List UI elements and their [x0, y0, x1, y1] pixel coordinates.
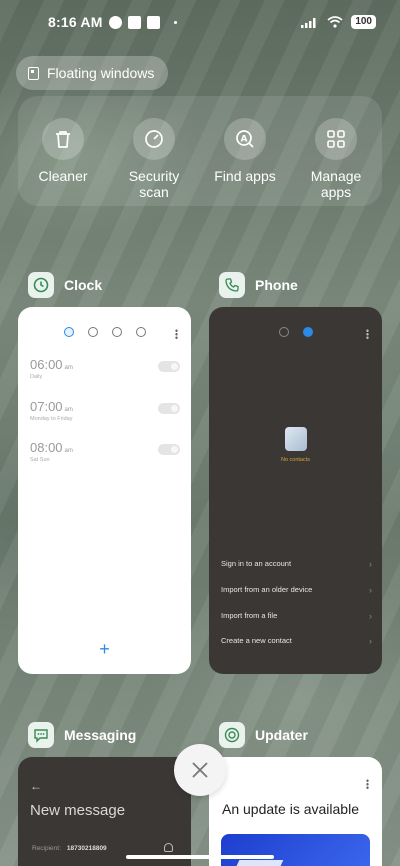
- stopwatch-tab-icon[interactable]: [111, 327, 122, 337]
- update-banner-image: [221, 834, 370, 866]
- quick-action-cleaner[interactable]: Cleaner: [20, 118, 106, 184]
- recipient-field[interactable]: Recipient: 18730218809: [32, 845, 107, 852]
- floating-windows-button[interactable]: Floating windows: [16, 56, 169, 90]
- alarm-item[interactable]: 08:00 am Sat Sun: [30, 440, 180, 463]
- phone-option[interactable]: Import from a file ›: [221, 611, 372, 621]
- app-name: Updater: [255, 727, 308, 743]
- chevron-right-icon: ›: [369, 559, 372, 569]
- clock-app-icon: [33, 277, 49, 293]
- battery-indicator: 100: [351, 15, 376, 29]
- upload-icon: [146, 15, 160, 29]
- chevron-right-icon: ›: [369, 636, 372, 646]
- alarm-ampm: am: [64, 407, 73, 413]
- alarm-ampm: am: [64, 365, 73, 371]
- alarm-ampm: am: [64, 448, 73, 454]
- status-time: 8:16 AM: [48, 14, 103, 30]
- signal-icon: [301, 18, 316, 28]
- alarm-repeat: Daily: [30, 374, 43, 380]
- app-name: Phone: [255, 277, 298, 293]
- alarm-repeat: Sat Sun: [30, 457, 50, 463]
- quick-action-label: Find apps: [214, 168, 276, 184]
- add-alarm-button[interactable]: +: [99, 639, 110, 660]
- floating-windows-icon: [28, 66, 39, 80]
- updater-app-card[interactable]: An update is available: [209, 757, 382, 866]
- security-scan-icon: [145, 130, 163, 148]
- more-options-icon[interactable]: [366, 779, 369, 789]
- messaging-app-card[interactable]: ← New message Recipient: 18730218809: [18, 757, 191, 866]
- app-name: Messaging: [64, 727, 137, 743]
- home-indicator[interactable]: [126, 855, 274, 859]
- new-message-title: New message: [30, 802, 126, 819]
- chevron-right-icon: ›: [369, 585, 372, 595]
- clock-app-card[interactable]: 06:00 am Daily 07:00 am Monday to Friday 0…: [18, 307, 191, 674]
- back-arrow-icon[interactable]: ←: [30, 779, 42, 793]
- quick-action-manage-apps[interactable]: Manage apps: [293, 118, 379, 200]
- status-bar: 8:16 AM 100: [0, 0, 400, 44]
- floating-windows-label: Floating windows: [47, 65, 155, 81]
- app-header-messaging[interactable]: Messaging: [28, 722, 136, 748]
- recents-tab-icon[interactable]: [278, 327, 289, 337]
- alarm-time: 07:00: [30, 399, 63, 414]
- trash-icon: [56, 131, 70, 148]
- more-notifications-dot: [173, 20, 177, 24]
- clock-tabs: [18, 327, 191, 337]
- alarm-repeat: Monday to Friday: [30, 416, 73, 422]
- quick-action-label: Cleaner: [38, 168, 88, 184]
- world-clock-tab-icon[interactable]: [87, 327, 98, 337]
- updater-app-icon: [224, 727, 240, 743]
- alarm-toggle[interactable]: [158, 361, 180, 372]
- timer-tab-icon[interactable]: [135, 327, 146, 337]
- quick-action-security-scan[interactable]: Security scan: [111, 118, 197, 200]
- alarm-time: 06:00: [30, 357, 63, 372]
- recipient-number: 18730218809: [66, 845, 107, 852]
- quick-action-find-apps[interactable]: A Find apps: [202, 118, 288, 184]
- app-header-updater[interactable]: Updater: [219, 722, 308, 748]
- wifi-icon: [327, 16, 343, 28]
- phone-app-card[interactable]: No contacts Sign in to an account › Impor…: [209, 307, 382, 674]
- chevron-right-icon: ›: [369, 611, 372, 621]
- contacts-tab-icon[interactable]: [302, 327, 313, 337]
- alarm-time: 08:00: [30, 440, 63, 455]
- contacts-icon: [285, 427, 307, 451]
- phone-tabs: [209, 327, 382, 337]
- find-apps-icon: A: [236, 130, 254, 148]
- notification-square-icon: [127, 15, 141, 29]
- close-all-button[interactable]: [174, 744, 226, 796]
- no-contacts-text: No contacts: [280, 457, 311, 463]
- grid-icon: [327, 130, 345, 148]
- contact-picker-icon[interactable]: [164, 843, 173, 852]
- quick-action-label: Manage apps: [310, 168, 362, 200]
- svg-text:A: A: [241, 135, 248, 145]
- app-name: Clock: [64, 277, 103, 293]
- phone-option[interactable]: Create a new contact ›: [221, 636, 372, 646]
- alarm-toggle[interactable]: [158, 403, 180, 414]
- quick-action-label: Security scan: [128, 168, 180, 200]
- more-options-icon[interactable]: [175, 329, 178, 339]
- alarm-item[interactable]: 06:00 am Daily: [30, 357, 180, 380]
- phone-option[interactable]: Import from an older device ›: [221, 585, 372, 595]
- alarm-toggle[interactable]: [158, 444, 180, 455]
- update-available-title: An update is available: [222, 801, 359, 817]
- notification-icon: [108, 15, 122, 29]
- alarm-tab-icon[interactable]: [63, 327, 74, 337]
- app-header-phone[interactable]: Phone: [219, 272, 298, 298]
- more-options-icon[interactable]: [366, 329, 369, 339]
- close-icon: [192, 762, 208, 778]
- phone-app-icon: [225, 278, 239, 292]
- app-header-clock[interactable]: Clock: [28, 272, 102, 298]
- messaging-app-icon: [34, 729, 48, 743]
- phone-option[interactable]: Sign in to an account ›: [221, 559, 372, 569]
- alarm-item[interactable]: 07:00 am Monday to Friday: [30, 399, 180, 422]
